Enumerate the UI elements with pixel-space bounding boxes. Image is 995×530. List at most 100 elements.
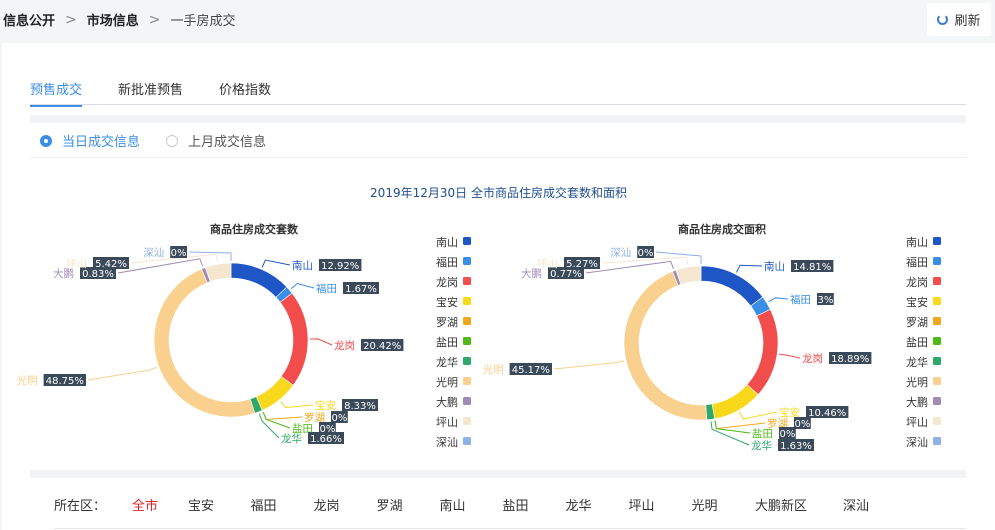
- legend-entry: 罗湖: [436, 316, 458, 329]
- legend-entry: 宝安: [906, 295, 928, 309]
- slice-name-label: 龙岗: [334, 339, 355, 352]
- label-leader-line: [309, 338, 333, 346]
- slice-value-label: 20.42%: [363, 341, 401, 352]
- slice-value-label: 14.81%: [793, 262, 831, 273]
- label-leader-line: [87, 366, 158, 381]
- legend-swatch: [463, 417, 471, 425]
- legend-swatch: [463, 377, 471, 385]
- breadcrumb-current: 一手房成交: [170, 14, 236, 29]
- slice-name-label: 福田: [316, 282, 337, 295]
- label-leader-line: [117, 258, 204, 274]
- legend-entry: 大鹏: [906, 395, 928, 409]
- district-option[interactable]: 深汕: [826, 495, 886, 514]
- pie-slice: [711, 384, 759, 420]
- breadcrumb-level2[interactable]: 市场信息: [87, 10, 139, 29]
- label-leader-line: [768, 297, 789, 303]
- slice-value-label: 12.92%: [321, 261, 359, 272]
- pie-slice: [746, 308, 779, 396]
- label-leader-line: [553, 360, 625, 370]
- legend-swatch: [933, 377, 941, 385]
- label-leader-line: [280, 401, 314, 409]
- legend-swatch: [463, 317, 471, 325]
- district-option[interactable]: 盐田: [484, 495, 547, 514]
- district-option[interactable]: 罗湖: [358, 495, 421, 514]
- pie-chart-title: 商品住房成交面积: [678, 222, 766, 236]
- legend-swatch: [463, 297, 471, 305]
- slice-name-label: 盐田: [752, 427, 773, 440]
- breadcrumb: 信息公开 > 市场信息 > 一手房成交: [3, 10, 236, 30]
- legend-swatch: [463, 277, 471, 285]
- district-option[interactable]: 全市: [120, 495, 170, 514]
- legend-entry: 盐田: [906, 336, 928, 349]
- slice-name-label: 坪山: [66, 257, 87, 270]
- legend-swatch: [463, 237, 471, 245]
- top-bar: 信息公开 > 市场信息 > 一手房成交 刷新: [0, 0, 995, 40]
- legend-swatch: [933, 437, 941, 445]
- legend-entry: 罗湖: [906, 316, 928, 329]
- district-option[interactable]: 宝安: [170, 495, 232, 514]
- refresh-button[interactable]: 刷新: [927, 3, 991, 36]
- district-option[interactable]: 龙岗: [295, 495, 358, 514]
- legend-swatch: [933, 357, 941, 365]
- pie-slice: [623, 271, 708, 421]
- slice-name-label: 深汕: [610, 247, 631, 259]
- slice-name-label: 光明: [483, 363, 504, 376]
- slice-name-label: 光明: [17, 374, 38, 387]
- legend-swatch: [463, 257, 471, 265]
- slice-name-label: 宝安: [315, 399, 336, 412]
- legend-entry: 龙华: [906, 355, 928, 369]
- slice-name-label: 龙岗: [802, 352, 823, 365]
- label-leader-line: [258, 413, 280, 439]
- slice-name-label: 深汕: [143, 247, 164, 259]
- district-option[interactable]: 南山: [421, 495, 484, 514]
- label-leader-line: [262, 411, 303, 421]
- content-panel: 预售成交 新批准预售 价格指数 当日成交信息 上月成交信息 2019年12月30…: [2, 43, 995, 530]
- slice-value-label: 1.66%: [310, 434, 342, 445]
- slice-name-label: 坪山: [537, 257, 558, 270]
- breadcrumb-separator: >: [148, 11, 161, 28]
- slice-value-label: 0%: [171, 248, 187, 259]
- district-option[interactable]: 福田: [232, 495, 295, 514]
- district-option[interactable]: 坪山: [610, 495, 673, 514]
- refresh-icon: [937, 14, 949, 25]
- legend-entry: 盐田: [436, 336, 458, 349]
- slice-value-label: 0.77%: [550, 269, 582, 280]
- legend-swatch: [933, 397, 941, 405]
- legend-swatch: [933, 337, 941, 345]
- legend-entry: 深汕: [906, 436, 928, 449]
- pie-slice: [279, 292, 309, 386]
- legend-swatch: [463, 337, 471, 345]
- legend-swatch: [463, 397, 471, 405]
- slice-value-label: 18.89%: [831, 354, 869, 365]
- district-filter: 所在区： 全市 宝安 福田 龙岗 罗湖 南山 盐田 龙华 坪山 光明 大鹏新区 深汕: [54, 495, 886, 514]
- district-filter-label: 所在区：: [54, 499, 107, 514]
- district-option[interactable]: 光明: [673, 495, 736, 514]
- legend-entry: 龙华: [436, 355, 458, 369]
- legend-swatch: [933, 317, 941, 325]
- pie-slice: [700, 265, 764, 307]
- legend-entry: 光明: [436, 375, 458, 389]
- legend-swatch: [933, 277, 941, 285]
- breadcrumb-level1[interactable]: 信息公开: [3, 10, 55, 29]
- district-option[interactable]: 龙华: [547, 495, 610, 514]
- slice-value-label: 8.33%: [344, 401, 376, 412]
- legend-swatch: [463, 357, 471, 365]
- divider: [54, 528, 966, 529]
- slice-name-label: 南山: [292, 259, 313, 272]
- breadcrumb-separator: >: [65, 11, 77, 28]
- slice-value-label: 45.17%: [512, 365, 550, 376]
- legend-swatch: [933, 257, 941, 265]
- legend-entry: 光明: [906, 375, 928, 389]
- legend-entry: 南山: [436, 236, 458, 249]
- legend-entry: 深汕: [436, 436, 458, 449]
- legend-swatch: [933, 297, 941, 305]
- pie-chart-title: 商品住房成交套数: [210, 222, 299, 236]
- slice-name-label: 龙华: [281, 432, 302, 445]
- district-option[interactable]: 大鹏新区: [736, 495, 826, 514]
- pie-slice: [230, 262, 288, 298]
- slice-value-label: 3%: [817, 295, 833, 306]
- slice-value-label: 5.27%: [566, 259, 598, 270]
- slice-value-label: 5.42%: [95, 259, 127, 270]
- slice-name-label: 南山: [764, 260, 785, 273]
- legend-entry: 龙岗: [436, 276, 458, 289]
